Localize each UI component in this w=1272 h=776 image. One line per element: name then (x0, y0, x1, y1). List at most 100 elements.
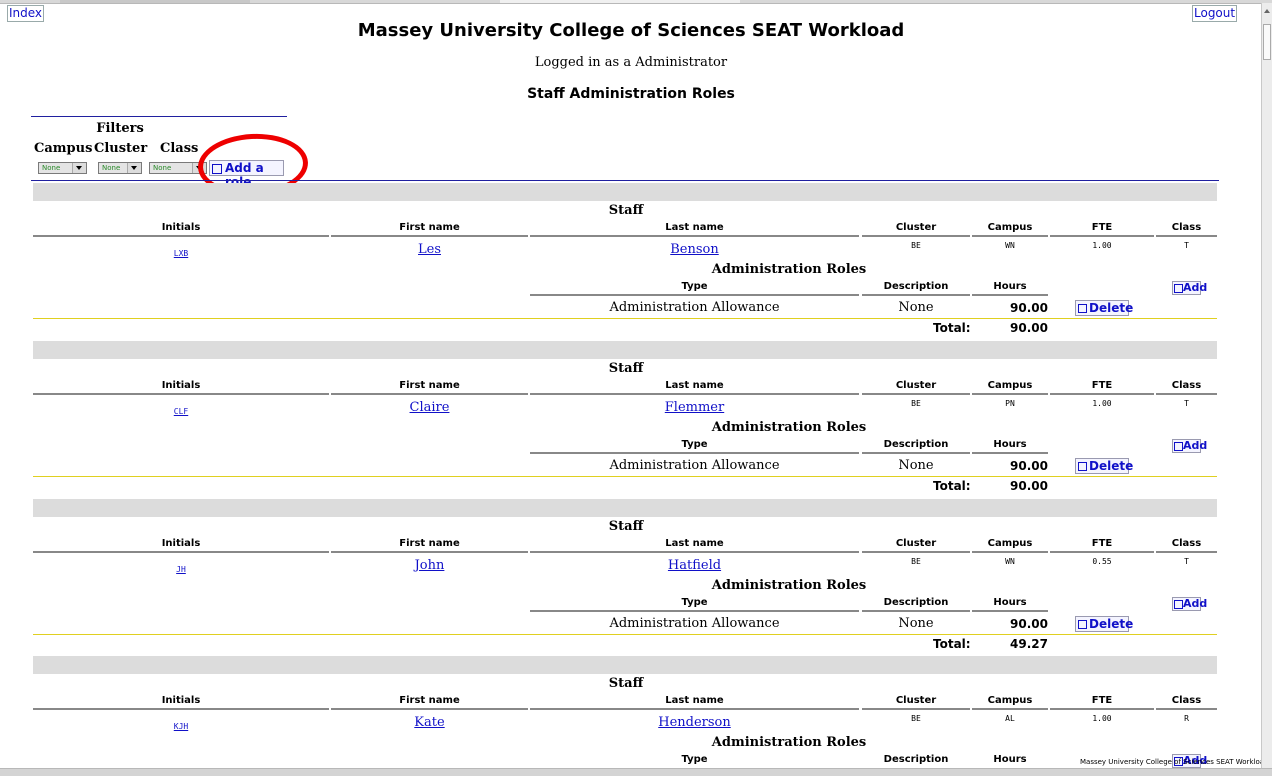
scroll-up-arrow-icon[interactable] (1264, 9, 1270, 13)
last-name-header: Last name (665, 380, 724, 391)
fte-value: 0.55 (1092, 557, 1112, 566)
browser-tab[interactable] (60, 0, 250, 3)
cluster-header: Cluster (895, 538, 937, 549)
header-rule (33, 708, 329, 710)
cluster-filter-select[interactable]: None (98, 162, 142, 174)
last-name-link[interactable]: Hatfield (668, 558, 721, 573)
last-name-header: Last name (665, 538, 724, 549)
cluster-value: BE (911, 714, 921, 723)
last-name-header: Last name (665, 695, 724, 706)
class-value: T (1184, 241, 1189, 250)
first-name-link[interactable]: John (415, 558, 445, 573)
cluster-value: BE (911, 399, 921, 408)
initials-header: Initials (161, 538, 201, 549)
admin-roles-heading: Administration Roles (711, 735, 867, 750)
browser-tab-strip (0, 0, 1272, 4)
browser-tab-active[interactable] (500, 0, 740, 3)
campus-value: WN (1005, 241, 1015, 250)
first-name-header: First name (399, 538, 460, 549)
total-label: Total: (933, 321, 971, 335)
first-name-link[interactable]: Claire (410, 400, 450, 415)
role-hours: 90.00 (1010, 301, 1048, 315)
delete-icon (1078, 462, 1087, 471)
fte-header: FTE (1091, 380, 1113, 391)
delete-icon (1078, 620, 1087, 629)
campus-header: Campus (987, 380, 1033, 391)
fte-header: FTE (1091, 222, 1113, 233)
cluster-value: BE (911, 241, 921, 250)
add-role-small-button[interactable]: Add (1172, 439, 1207, 453)
initials-link[interactable]: CLF (174, 407, 188, 416)
staff-block: Staff Initials First name Last name Clus… (0, 499, 1262, 657)
subheader-rule (862, 452, 970, 454)
description-header: Description (883, 439, 949, 450)
header-rule (1156, 235, 1217, 237)
class-filter-label: Class (160, 141, 199, 156)
description-header: Description (883, 754, 949, 765)
total-label: Total: (933, 637, 971, 651)
header-rule (530, 551, 859, 553)
initials-link[interactable]: KJH (174, 722, 188, 731)
fte-value: 1.00 (1092, 241, 1112, 250)
hours-header: Hours (993, 439, 1027, 450)
campus-filter-label: Campus (34, 141, 93, 156)
total-value: 90.00 (1010, 479, 1048, 493)
header-rule (972, 551, 1048, 553)
last-name-link[interactable]: Benson (670, 242, 719, 257)
campus-value: PN (1005, 399, 1015, 408)
total-label: Total: (933, 479, 971, 493)
last-name-header: Last name (665, 222, 724, 233)
role-type: Administration Allowance (609, 300, 780, 315)
header-rule (972, 393, 1048, 395)
delete-role-button[interactable]: Delete (1075, 300, 1133, 316)
first-name-link[interactable]: Kate (414, 715, 444, 730)
first-name-link[interactable]: Les (418, 242, 441, 257)
admin-roles-heading: Administration Roles (711, 420, 867, 435)
add-role-small-button[interactable]: Add (1172, 281, 1207, 295)
header-rule (331, 235, 528, 237)
add-icon (1174, 600, 1183, 609)
add-role-small-button[interactable]: Add (1172, 597, 1207, 611)
header-rule (1050, 235, 1154, 237)
chevron-down-icon (72, 163, 86, 173)
subheader-rule (530, 610, 859, 612)
class-value: R (1184, 714, 1189, 723)
section-title: Staff Administration Roles (527, 86, 735, 102)
total-value: 49.27 (1010, 637, 1048, 651)
initials-link[interactable]: JH (176, 565, 186, 574)
subheader-rule (972, 294, 1048, 296)
initials-link[interactable]: LXB (174, 249, 188, 258)
type-header: Type (681, 754, 708, 765)
campus-filter-select[interactable]: None (38, 162, 87, 174)
hours-header: Hours (993, 597, 1027, 608)
hours-header: Hours (993, 281, 1027, 292)
staff-heading: Staff (608, 519, 644, 534)
header-rule (33, 235, 329, 237)
class-header: Class (1171, 695, 1202, 706)
row-divider (33, 634, 1217, 635)
delete-icon (1078, 304, 1087, 313)
header-rule (530, 235, 859, 237)
staff-heading: Staff (608, 676, 644, 691)
role-description: None (898, 616, 934, 631)
delete-role-button[interactable]: Delete (1075, 458, 1133, 474)
add-label: Add (1183, 439, 1208, 452)
page-title: Massey University College of Sciences SE… (357, 20, 905, 41)
last-name-link[interactable]: Henderson (658, 715, 731, 730)
campus-header: Campus (987, 538, 1033, 549)
class-value: T (1184, 399, 1189, 408)
type-header: Type (681, 439, 708, 450)
scrollbar-thumb[interactable] (1263, 24, 1271, 60)
staff-block: Staff Initials First name Last name Clus… (0, 656, 1262, 768)
first-name-header: First name (399, 695, 460, 706)
initials-header: Initials (161, 695, 201, 706)
campus-value: WN (1005, 557, 1015, 566)
last-name-link[interactable]: Flemmer (665, 400, 724, 415)
vertical-scrollbar[interactable] (1261, 3, 1272, 768)
header-rule (1156, 708, 1217, 710)
role-description: None (898, 458, 934, 473)
cluster-filter-label: Cluster (94, 141, 148, 156)
subheader-rule (972, 452, 1048, 454)
delete-role-button[interactable]: Delete (1075, 616, 1133, 632)
delete-label: Delete (1089, 459, 1134, 473)
